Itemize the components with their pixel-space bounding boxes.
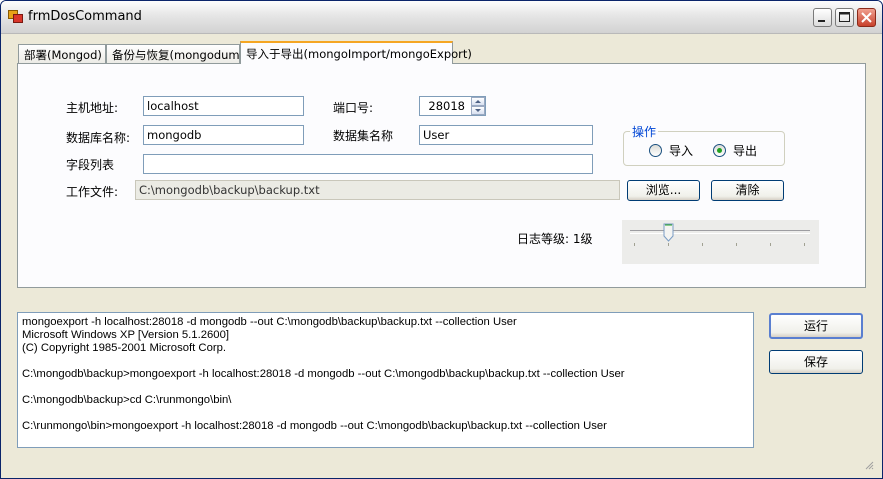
workfile-input[interactable]: C:\mongodb\backup\backup.txt — [135, 180, 620, 200]
resize-grip-icon[interactable] — [864, 460, 874, 470]
slider-tick — [668, 243, 669, 246]
operation-legend: 操作 — [630, 123, 659, 140]
slider-tick — [736, 243, 737, 246]
tab-import-export[interactable]: 导入于导出(mongoImport/mongoExport) — [240, 41, 472, 64]
browse-button[interactable]: 浏览... — [627, 180, 700, 201]
client-area: 部署(Mongod) 备份与恢复(mongodump) 导入于导出(mongoI… — [5, 34, 878, 474]
collection-label: 数据集名称 — [333, 129, 394, 143]
port-input[interactable]: 28018 — [419, 96, 486, 116]
run-button[interactable]: 运行 — [769, 313, 863, 339]
collection-input[interactable]: User — [419, 125, 593, 145]
db-label: 数据库名称: — [66, 131, 131, 145]
minimize-icon — [818, 20, 825, 22]
tab-deploy[interactable]: 部署(Mongod) — [18, 44, 106, 63]
app-window: frmDosCommand 部署(Mongod) 备份与恢复(mongodump… — [0, 0, 883, 479]
tab-backup-restore[interactable]: 备份与恢复(mongodump) — [106, 44, 251, 63]
command-output[interactable]: mongoexport -h localhost:28018 -d mongod… — [17, 312, 754, 448]
maximize-button[interactable] — [835, 8, 854, 27]
output-line: C:\runmongo\bin>mongoexport -h localhost… — [22, 420, 607, 432]
host-input[interactable]: localhost — [143, 96, 304, 116]
minimize-button[interactable] — [813, 8, 832, 27]
app-icon[interactable] — [8, 10, 23, 23]
import-label[interactable]: 导入 — [669, 142, 693, 159]
fields-input[interactable] — [143, 154, 593, 174]
title-bar[interactable]: frmDosCommand — [1, 1, 882, 34]
host-label: 主机地址: — [66, 101, 119, 115]
log-level-label: 日志等级: 1级 — [517, 232, 593, 246]
fields-label: 字段列表 — [66, 158, 115, 172]
maximize-icon — [839, 12, 850, 22]
slider-tick — [702, 243, 703, 246]
operation-group: 操作 导入 导出 — [623, 123, 785, 166]
export-label[interactable]: 导出 — [733, 142, 757, 159]
spin-up-icon[interactable] — [471, 97, 485, 106]
slider-tick — [634, 243, 635, 246]
slider-thumb[interactable] — [663, 223, 674, 242]
close-button[interactable] — [857, 8, 876, 27]
port-spinner[interactable] — [471, 97, 485, 115]
window-title: frmDosCommand — [28, 9, 142, 24]
port-label: 端口号: — [333, 101, 374, 115]
workfile-label: 工作文件: — [66, 185, 119, 199]
slider-tick — [770, 243, 771, 246]
output-line: C:\mongodb\backup>mongoexport -h localho… — [22, 368, 625, 380]
slider-track — [630, 230, 810, 234]
clear-button[interactable]: 清除 — [711, 180, 784, 201]
export-radio-dot — [717, 148, 722, 153]
db-input[interactable]: mongodb — [143, 125, 304, 145]
save-button[interactable]: 保存 — [769, 350, 863, 374]
tab-panel: 主机地址: localhost 端口号: 28018 数据库名称: mongod… — [17, 63, 866, 288]
log-level-slider[interactable] — [622, 220, 819, 264]
output-line: (C) Copyright 1985-2001 Microsoft Corp. — [22, 342, 227, 354]
export-radio[interactable] — [713, 144, 726, 157]
output-line: mongoexport -h localhost:28018 -d mongod… — [22, 316, 517, 328]
output-line: C:\mongodb\backup>cd C:\runmongo\bin\ — [22, 394, 232, 406]
port-value: 28018 — [428, 99, 465, 113]
spin-down-icon[interactable] — [471, 106, 485, 115]
slider-tick — [804, 243, 805, 246]
import-radio[interactable] — [649, 144, 662, 157]
close-icon — [861, 12, 872, 23]
output-line: Microsoft Windows XP [Version 5.1.2600] — [22, 329, 230, 341]
